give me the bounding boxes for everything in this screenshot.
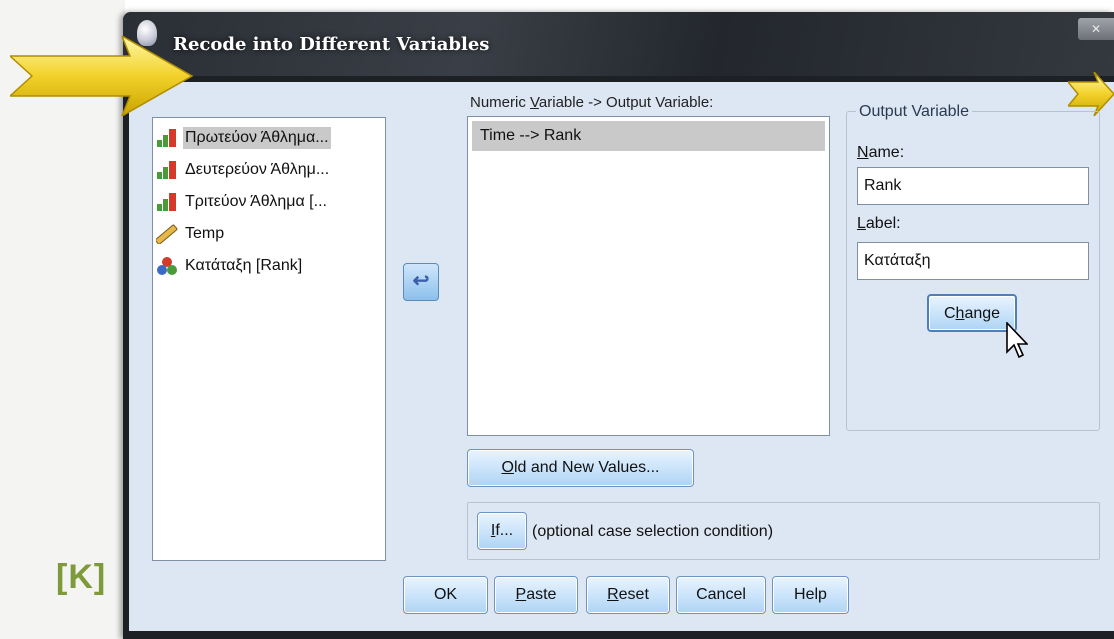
list-item-variable-2[interactable]: Δευτερεύον Άθλημ... bbox=[156, 154, 382, 186]
help-button[interactable]: Help bbox=[772, 576, 849, 614]
change-button[interactable]: Change bbox=[927, 294, 1017, 332]
list-item-variable-3[interactable]: Τριτεύον Άθλημα [... bbox=[156, 186, 382, 218]
variable-label: Τριτεύον Άθλημα [... bbox=[185, 193, 327, 210]
watermark-label: [K] bbox=[56, 558, 107, 596]
list-item-variable-4[interactable]: Temp bbox=[156, 218, 382, 250]
if-button[interactable]: If... bbox=[477, 512, 527, 550]
paste-button[interactable]: Paste bbox=[494, 576, 578, 614]
old-and-new-values-button[interactable]: Old and New Values... bbox=[467, 449, 694, 487]
nominal-circles-icon bbox=[156, 256, 178, 276]
left-pointer-arrow-icon bbox=[10, 36, 194, 116]
source-variable-list[interactable]: Πρωτεύον Άθλημα... Δευτερεύον Άθλημ... Τ… bbox=[152, 117, 386, 561]
right-pointer-arrow-icon bbox=[1068, 72, 1114, 116]
numeric-variable-list[interactable]: Time --> Rank bbox=[467, 116, 830, 436]
ruler-icon bbox=[156, 224, 178, 245]
scale-bar-chart-icon bbox=[156, 160, 178, 180]
if-description: (optional case selection condition) bbox=[532, 523, 774, 540]
list-item-variable-5[interactable]: Κατάταξη [Rank] bbox=[156, 250, 382, 282]
cancel-button[interactable]: Cancel bbox=[676, 576, 766, 614]
list-item-variable-1[interactable]: Πρωτεύον Άθλημα... bbox=[156, 122, 382, 154]
title-bar: Recode into Different Variables ✕ bbox=[123, 12, 1114, 76]
reset-button[interactable]: Reset bbox=[586, 576, 670, 614]
variable-label: Δευτερεύον Άθλημ... bbox=[185, 161, 330, 178]
close-button[interactable]: ✕ bbox=[1078, 18, 1114, 40]
name-label: Name: bbox=[857, 144, 905, 161]
variable-label: Κατάταξη [Rank] bbox=[185, 257, 303, 274]
window-title: Recode into Different Variables bbox=[173, 34, 490, 55]
list-item-mapping[interactable]: Time --> Rank bbox=[472, 121, 825, 151]
scale-bar-chart-icon bbox=[156, 128, 178, 148]
numeric-variable-heading: Numeric Variable -> Output Variable: bbox=[470, 94, 714, 111]
scale-bar-chart-icon bbox=[156, 192, 178, 212]
label-label: Label: bbox=[857, 215, 901, 232]
name-input[interactable]: Rank bbox=[857, 167, 1089, 205]
variable-label: Temp bbox=[185, 225, 225, 242]
arrow-left-icon: ↩ bbox=[412, 270, 430, 292]
ok-button[interactable]: OK bbox=[403, 576, 488, 614]
label-input[interactable]: Κατάταξη bbox=[857, 242, 1089, 280]
output-variable-legend: Output Variable bbox=[856, 103, 972, 121]
variable-label: Πρωτεύον Άθλημα... bbox=[183, 127, 331, 149]
move-variable-button[interactable]: ↩ bbox=[403, 263, 439, 301]
mouse-cursor-icon bbox=[1006, 322, 1028, 359]
